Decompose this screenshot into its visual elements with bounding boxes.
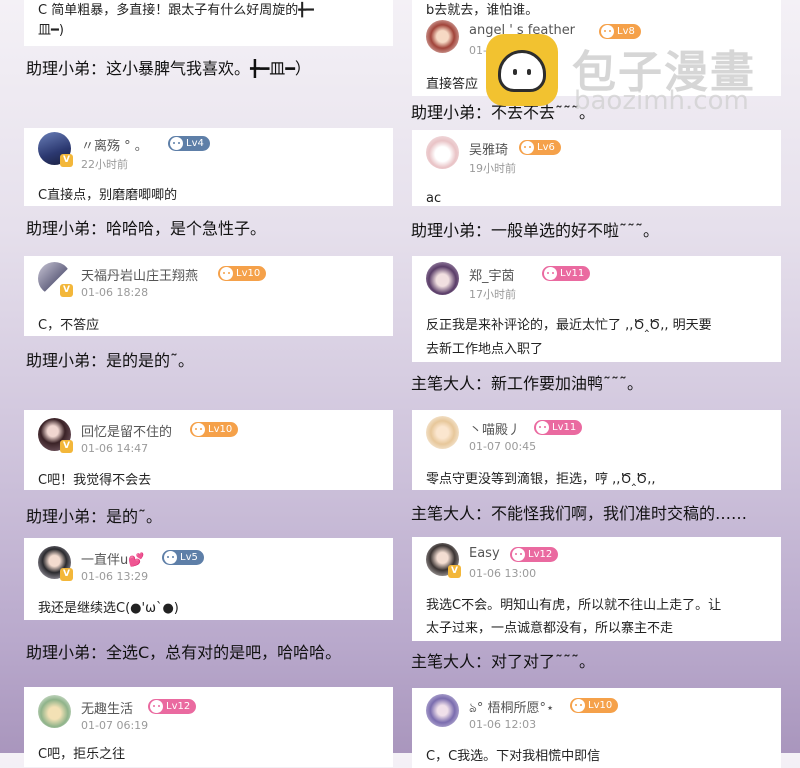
- comment-card: 吴雅琦 Lv6 19小时前 ac: [412, 130, 781, 206]
- username[interactable]: ঌ° 梧桐所愿°⋆: [469, 697, 554, 720]
- comment-text: 去新工作地点入职了: [426, 342, 544, 357]
- comment-card: V 一直伴u💕 Lv5 01-06 13:29 我还是继续选C(●'ω`●): [24, 538, 393, 620]
- comment-card: 无趣生活 Lv12 01-07 06:19 C吧，拒乐之往: [24, 687, 393, 767]
- bun-logo-icon: [486, 34, 558, 106]
- timestamp: 19小时前: [469, 162, 516, 175]
- watermark-url: baozimh.com: [574, 86, 749, 116]
- timestamp: 01-06 12:03: [469, 718, 537, 731]
- reply-text: 助理小弟：全选C，总有对的是吧，哈哈哈。: [26, 643, 342, 662]
- timestamp: 01-07 00:45: [469, 440, 537, 453]
- watermark: 包子漫畫 baozimh.com: [486, 34, 786, 116]
- level-badge: Lv4: [168, 136, 210, 151]
- timestamp: 22小时前: [81, 158, 128, 171]
- level-badge: Lv10: [190, 422, 239, 437]
- comment-card: 郑_宇茵 Lv11 17小时前 反正我是来补评论的，最近太忙了 ,,Ծ‸Ծ,, …: [412, 256, 781, 362]
- comment-text: C吧，拒乐之往: [38, 747, 126, 762]
- level-badge: Lv10: [218, 266, 267, 281]
- level-badge: Lv5: [162, 550, 204, 565]
- comment-text: 皿━): [38, 23, 64, 38]
- level-badge: Lv10: [570, 698, 619, 713]
- comment-text: 我选C不会。明知山有虎，所以就不往山上走了。让: [426, 598, 722, 613]
- username[interactable]: 一直伴u💕: [81, 549, 144, 568]
- comment-text: ac: [426, 191, 442, 206]
- reply-text: 主笔大人：不能怪我们啊，我们准时交稿的……: [411, 504, 748, 523]
- verified-icon: V: [60, 440, 73, 453]
- timestamp: 01-06 14:47: [81, 442, 149, 455]
- username[interactable]: 〃离殇 ° 。: [81, 135, 148, 154]
- comment-card: C 简单粗暴，多直接！跟太子有什么好周旋的╋━ 皿━): [24, 0, 393, 46]
- avatar[interactable]: [426, 416, 459, 449]
- comment-text: 直接答应: [426, 77, 479, 92]
- level-badge: Lv11: [542, 266, 591, 281]
- comment-card: V 回忆是留不住的 Lv10 01-06 14:47 C吧！我觉得不会去: [24, 410, 393, 490]
- verified-icon: V: [60, 154, 73, 167]
- reply-text: 助理小弟：哈哈哈，是个急性子。: [26, 219, 267, 238]
- reply-text: 主笔大人：对了对了˜˜˜。: [411, 652, 596, 671]
- username[interactable]: Easy: [469, 546, 500, 561]
- verified-icon: V: [60, 284, 73, 297]
- comment-text: C直接点，别磨磨唧唧的: [38, 188, 178, 203]
- reply-text: 助理小弟：是的˜。: [26, 507, 163, 526]
- comment-text: 我还是继续选C(●'ω`●): [38, 601, 179, 616]
- avatar[interactable]: [426, 20, 459, 53]
- reply-text: 助理小弟：一般单选的好不啦˜˜˜。: [411, 221, 660, 240]
- username[interactable]: 郑_宇茵: [469, 265, 515, 284]
- timestamp: 01-06 18:28: [81, 286, 149, 299]
- comment-text: 太子过来，一点诚意都没有，所以寨主不走: [426, 621, 674, 636]
- level-badge: Lv6: [519, 140, 561, 155]
- timestamp: 01-06 13:00: [469, 567, 537, 580]
- level-badge: Lv12: [510, 547, 559, 562]
- timestamp: 17小时前: [469, 288, 516, 301]
- comment-card: V 天福丹岩山庄王翔燕 Lv10 01-06 18:28 C，不答应: [24, 256, 393, 336]
- comment-text: C 简单粗暴，多直接！跟太子有什么好周旋的╋━: [38, 3, 314, 18]
- comment-card: V Easy Lv12 01-06 13:00 我选C不会。明知山有虎，所以就不…: [412, 537, 781, 641]
- reply-text: 助理小弟：是的是的˜。: [26, 351, 195, 370]
- comment-card: V 〃离殇 ° 。 Lv4 22小时前 C直接点，别磨磨唧唧的: [24, 128, 393, 206]
- username[interactable]: 吴雅琦: [469, 139, 508, 158]
- comment-text: C吧！我觉得不会去: [38, 473, 152, 488]
- verified-icon: V: [448, 565, 461, 578]
- verified-icon: V: [60, 568, 73, 581]
- username[interactable]: 丶喵殿丿: [469, 419, 521, 438]
- reply-text: 助理小弟：这小暴脾气我喜欢。╋━皿━）: [26, 59, 311, 78]
- comment-text: 反正我是来补评论的，最近太忙了 ,,Ծ‸Ծ,, 明天要: [426, 318, 712, 333]
- timestamp: 01-06 13:29: [81, 570, 149, 583]
- username[interactable]: 无趣生活: [81, 698, 133, 717]
- comment-card: ঌ° 梧桐所愿°⋆ Lv10 01-06 12:03 C，C我选。下对我相慌中即…: [412, 688, 781, 768]
- level-badge: Lv12: [148, 699, 197, 714]
- timestamp: 01-07 06:19: [81, 719, 149, 732]
- comment-text: C，C我选。下对我相慌中即信: [426, 749, 601, 764]
- username[interactable]: 回忆是留不住的: [81, 421, 172, 440]
- comment-text: 零点守更没等到滴银，拒选，哼 ,,Ծ‸Ծ,,: [426, 472, 656, 487]
- avatar[interactable]: [426, 694, 459, 727]
- username[interactable]: 天福丹岩山庄王翔燕: [81, 265, 198, 284]
- avatar[interactable]: [426, 262, 459, 295]
- avatar[interactable]: [426, 136, 459, 169]
- avatar[interactable]: [38, 695, 71, 728]
- reply-text: 主笔大人：新工作要加油鸭˜˜˜。: [411, 374, 644, 393]
- comment-card: 丶喵殿丿 Lv11 01-07 00:45 零点守更没等到滴银，拒选，哼 ,,Ծ…: [412, 410, 781, 490]
- level-badge: Lv11: [534, 420, 583, 435]
- comment-text: b去就去，谁怕谁。: [426, 3, 539, 18]
- comment-text: C，不答应: [38, 318, 100, 333]
